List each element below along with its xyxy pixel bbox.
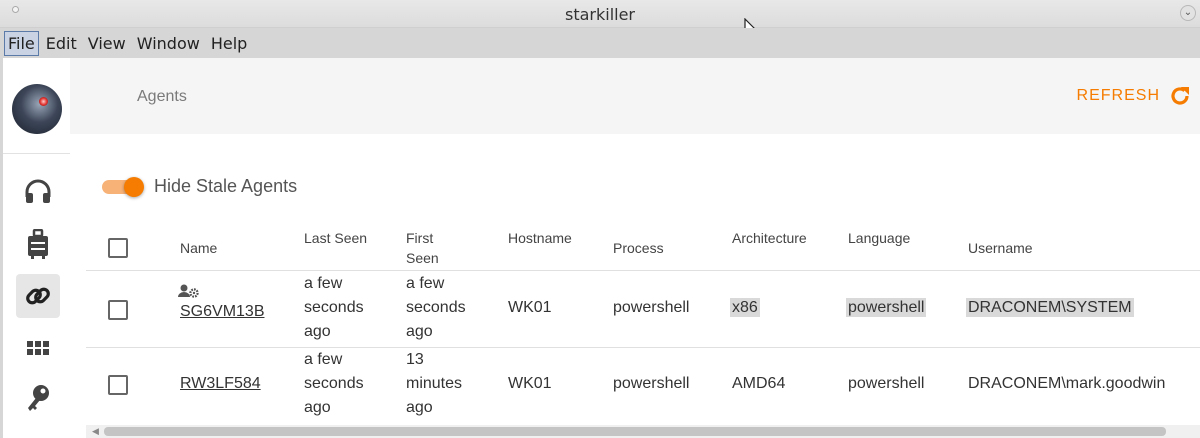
apps-grid-icon <box>27 341 49 355</box>
agent-name-link[interactable]: RW3LF584 <box>180 372 261 396</box>
last-seen-line: a few <box>304 351 343 368</box>
menu-view[interactable]: View <box>84 31 130 56</box>
last-seen-line: a few <box>304 275 343 292</box>
hostname-cell: WK01 <box>508 375 552 392</box>
window-title: starkiller <box>564 5 635 24</box>
headphones-icon <box>25 179 51 203</box>
col-first-seen[interactable]: First Seen <box>406 228 439 268</box>
username-value: DRACONEM\SYSTEM <box>966 298 1134 317</box>
nav-listeners[interactable] <box>16 170 60 214</box>
app-logo[interactable] <box>12 84 62 134</box>
refresh-label: REFRESH <box>1076 87 1160 104</box>
nav-modules[interactable] <box>16 326 60 370</box>
last-seen-cell: a few seconds ago <box>304 348 364 420</box>
refresh-icon <box>1171 87 1189 105</box>
last-seen-line: seconds <box>304 299 364 316</box>
first-seen-cell: 13 minutes ago <box>406 348 462 420</box>
col-username[interactable]: Username <box>968 238 1033 258</box>
hostname-cell: WK01 <box>508 299 552 316</box>
first-seen-line: minutes <box>406 375 463 392</box>
menu-file[interactable]: File <box>4 30 39 56</box>
architecture-cell: x86 <box>730 296 760 320</box>
key-icon <box>28 385 49 411</box>
agent-high-integrity-icon <box>178 284 199 298</box>
first-seen-cell: a few seconds ago <box>406 272 466 344</box>
breadcrumb: Agents <box>137 88 187 105</box>
nav-credentials[interactable] <box>16 376 60 420</box>
nav-agents[interactable] <box>16 274 60 318</box>
title-bar: starkiller ⌄ <box>0 0 1200 28</box>
agent-name-link[interactable]: SG6VM13B <box>180 300 264 324</box>
scrollbar-thumb[interactable] <box>104 427 1166 436</box>
col-last-seen[interactable]: Last Seen <box>304 228 367 248</box>
menu-bar: File Edit View Window Help <box>0 28 1200 58</box>
last-seen-line: seconds <box>304 375 364 392</box>
last-seen-line: ago <box>304 323 331 340</box>
menu-edit[interactable]: Edit <box>42 31 81 56</box>
col-language[interactable]: Language <box>848 228 910 248</box>
horizontal-scrollbar[interactable]: ◀ <box>86 425 1200 438</box>
refresh-button[interactable]: REFRESH <box>1077 84 1192 108</box>
page-header: Agents REFRESH <box>70 58 1200 134</box>
process-cell: powershell <box>613 375 690 392</box>
architecture-value: x86 <box>730 298 760 317</box>
link-icon <box>26 287 50 305</box>
rail-divider <box>3 153 70 154</box>
architecture-cell: AMD64 <box>732 375 786 392</box>
briefcase-icon <box>28 229 48 259</box>
toggle-knob <box>124 176 144 197</box>
last-seen-line: ago <box>304 399 331 416</box>
col-first-seen-line2: Seen <box>406 250 439 266</box>
hide-stale-toggle[interactable] <box>100 176 144 197</box>
username-cell: DRACONEM\SYSTEM <box>966 296 1134 320</box>
first-seen-line: a few <box>406 275 445 292</box>
select-all-checkbox[interactable] <box>108 238 128 258</box>
process-cell: powershell <box>613 299 690 316</box>
last-seen-cell: a few seconds ago <box>304 272 364 344</box>
col-first-seen-line1: First <box>406 230 434 246</box>
col-hostname[interactable]: Hostname <box>508 228 572 248</box>
first-seen-line: seconds <box>406 299 466 316</box>
first-seen-line: ago <box>406 399 433 416</box>
username-cell: DRACONEM\mark.goodwin <box>968 375 1166 392</box>
row-checkbox[interactable] <box>108 375 128 395</box>
hide-stale-toggle-row: Hide Stale Agents <box>100 176 297 197</box>
first-seen-line: 13 <box>406 351 424 368</box>
nav-rail <box>0 58 70 438</box>
header-divider <box>86 270 1200 271</box>
menu-help[interactable]: Help <box>207 31 251 56</box>
window-chevron-icon[interactable]: ⌄ <box>1180 5 1196 21</box>
scroll-left-icon[interactable]: ◀ <box>92 426 99 437</box>
logo-eye <box>39 97 48 106</box>
row-checkbox[interactable] <box>108 300 128 320</box>
col-architecture[interactable]: Architecture <box>732 228 807 248</box>
menu-window[interactable]: Window <box>133 31 204 56</box>
col-process[interactable]: Process <box>613 238 664 258</box>
row-divider <box>86 347 1200 348</box>
language-value: powershell <box>846 298 927 317</box>
language-cell: powershell <box>848 375 925 392</box>
col-name[interactable]: Name <box>180 238 217 258</box>
language-cell: powershell <box>846 296 927 320</box>
first-seen-line: ago <box>406 323 433 340</box>
hide-stale-label: Hide Stale Agents <box>154 176 298 196</box>
nav-stagers[interactable] <box>16 222 60 266</box>
